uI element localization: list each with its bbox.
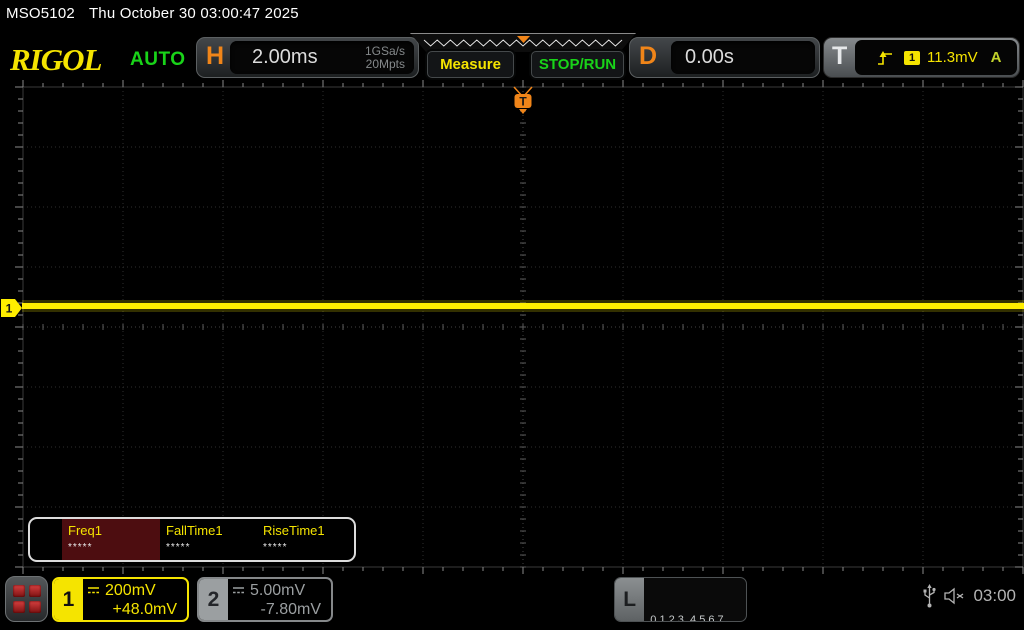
trigger-widget[interactable]: T 1 11.3mV A (823, 37, 1020, 78)
measurement-falltime1[interactable]: FallTime1 ***** (160, 519, 257, 560)
trigger-position-marker[interactable]: T (513, 86, 533, 114)
delay-widget[interactable]: D 0.00s (629, 37, 820, 78)
timebase-value: 2.00ms (252, 46, 318, 68)
logic-channels-widget[interactable]: L 0 1 2 3 4 5 6 7 8 9 10 11 12 13 14 15 (614, 577, 747, 622)
channel-1-widget[interactable]: 1 200mV +48.0mV (52, 577, 189, 622)
acquire-mode-badge: AUTO (130, 49, 186, 70)
rising-edge-icon (878, 50, 892, 65)
trigger-source-badge: 1 (904, 50, 920, 65)
oscilloscope-screen: MSO5102 Thu October 30 03:00:47 2025 RIGO… (0, 0, 1024, 630)
datetime-label: Thu October 30 03:00:47 2025 (88, 5, 299, 22)
usb-icon[interactable] (923, 584, 937, 608)
sample-rate-memory: 1GSa/s 20Mpts (364, 43, 405, 71)
measure-button[interactable]: Measure (427, 51, 514, 78)
clock-label: 03:00 (973, 586, 1016, 605)
menu-grid-button[interactable] (5, 576, 48, 622)
measurement-freq1[interactable]: Freq1 ***** (62, 519, 160, 560)
ch1-trace (22, 300, 1024, 312)
channel-2-number: 2 (199, 579, 228, 620)
channel-1-scale: 200mV (105, 582, 156, 599)
model-label: MSO5102 (6, 5, 75, 22)
stop-run-button[interactable]: STOP/RUN (531, 51, 624, 78)
dc-coupling-icon (233, 587, 244, 594)
trigger-label: T (832, 42, 848, 70)
menu-grid-icon (12, 585, 25, 597)
channel-2-widget[interactable]: 2 5.00mV -7.80mV (197, 577, 333, 622)
ch1-marker-number: 1 (6, 302, 13, 316)
delay-value: 0.00s (685, 46, 734, 68)
trigger-level-value: 11.3mV (927, 49, 978, 66)
rigol-logo: RIGOL (10, 42, 102, 77)
speaker-muted-icon[interactable] (944, 587, 965, 605)
channel-1-number: 1 (54, 579, 83, 620)
preview-zigzag (410, 34, 636, 52)
channel-2-scale: 5.00mV (250, 582, 306, 599)
grid-lines (15, 80, 1024, 574)
channel-1-offset: +48.0mV (112, 601, 177, 618)
logic-label: L (615, 578, 645, 621)
trigger-marker-letter: T (519, 95, 527, 109)
ch1-ground-marker[interactable]: 1 (1, 299, 22, 317)
logic-row-1: 0 1 2 3 4 5 6 7 (650, 614, 724, 622)
status-bar: MSO5102 Thu October 30 03:00:47 2025 (6, 5, 299, 22)
delay-label: D (639, 42, 658, 70)
horizontal-label: H (206, 42, 225, 70)
measurement-panel: Freq1 ***** FallTime1 ***** RiseTime1 **… (28, 517, 356, 562)
channel-2-offset: -7.80mV (260, 601, 321, 618)
trigger-sweep-mode: A (990, 49, 1002, 66)
system-tray: 03:00 (923, 584, 1024, 608)
horizontal-timebase-widget[interactable]: H 2.00ms 1GSa/s 20Mpts (196, 37, 419, 78)
measurement-risetime1[interactable]: RiseTime1 ***** (257, 519, 354, 560)
dc-coupling-icon (88, 587, 99, 594)
waveform-preview-strip[interactable] (410, 33, 636, 52)
